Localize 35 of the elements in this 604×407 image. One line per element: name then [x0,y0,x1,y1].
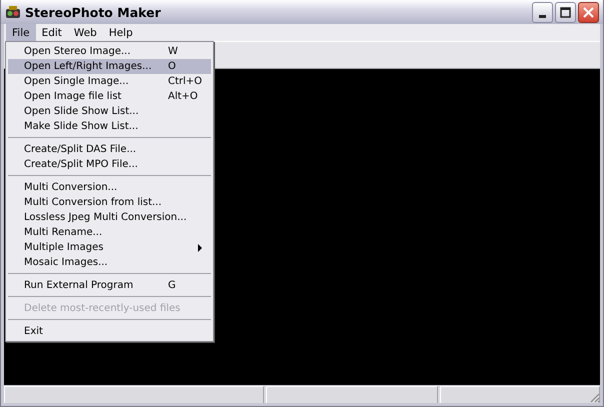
menu-item[interactable]: Help [102,24,139,41]
window-title: StereoPhoto Maker [25,4,161,20]
menu-item[interactable]: Lossless Jpeg Multi Conversion... [8,210,211,225]
menu-item[interactable]: Create/Split DAS File... [8,142,211,157]
shortcut-label: Alt+O [168,91,198,102]
resize-grip-icon[interactable] [588,391,600,403]
shortcut-label: O [168,61,176,72]
maximize-icon [560,6,571,18]
shortcut-label: W [168,46,178,57]
submenu-arrow-icon [198,244,203,252]
menu-item[interactable]: Web [68,24,103,41]
menu-item[interactable]: Multiple Images [8,240,211,255]
menu-item[interactable]: Open Single Image... Ctrl+O [8,74,211,89]
menu-item[interactable]: Exit [8,324,211,339]
menu-item[interactable]: Open Left/Right Images... O [8,59,211,74]
camera-icon [5,4,21,20]
minimize-icon [539,14,546,18]
menu-item[interactable]: Multi Conversion... [8,180,211,195]
menu-item[interactable]: Multi Rename... [8,225,211,240]
menu-item[interactable]: Run External Program G [8,278,211,293]
menu-item[interactable]: Mosaic Images... [8,255,211,270]
menu-item[interactable]: Open Stereo Image... W [8,44,211,59]
menu-item[interactable]: Multi Conversion from list... [8,195,211,210]
menu-item[interactable]: File [6,24,36,41]
menu-item[interactable]: Open Slide Show List... [8,104,211,119]
menu-item[interactable]: Open Image file list Alt+O [8,89,211,104]
shortcut-label: Ctrl+O [168,76,202,87]
menu-item[interactable]: Make Slide Show List... [8,119,211,134]
close-button[interactable] [578,2,599,22]
menu-item[interactable]: Edit [36,24,68,41]
menu-item[interactable]: Create/Split MPO File... [8,157,211,172]
minimize-button[interactable] [532,2,553,22]
maximize-button[interactable] [555,2,576,22]
close-icon [583,6,594,18]
shortcut-label: G [168,280,176,291]
